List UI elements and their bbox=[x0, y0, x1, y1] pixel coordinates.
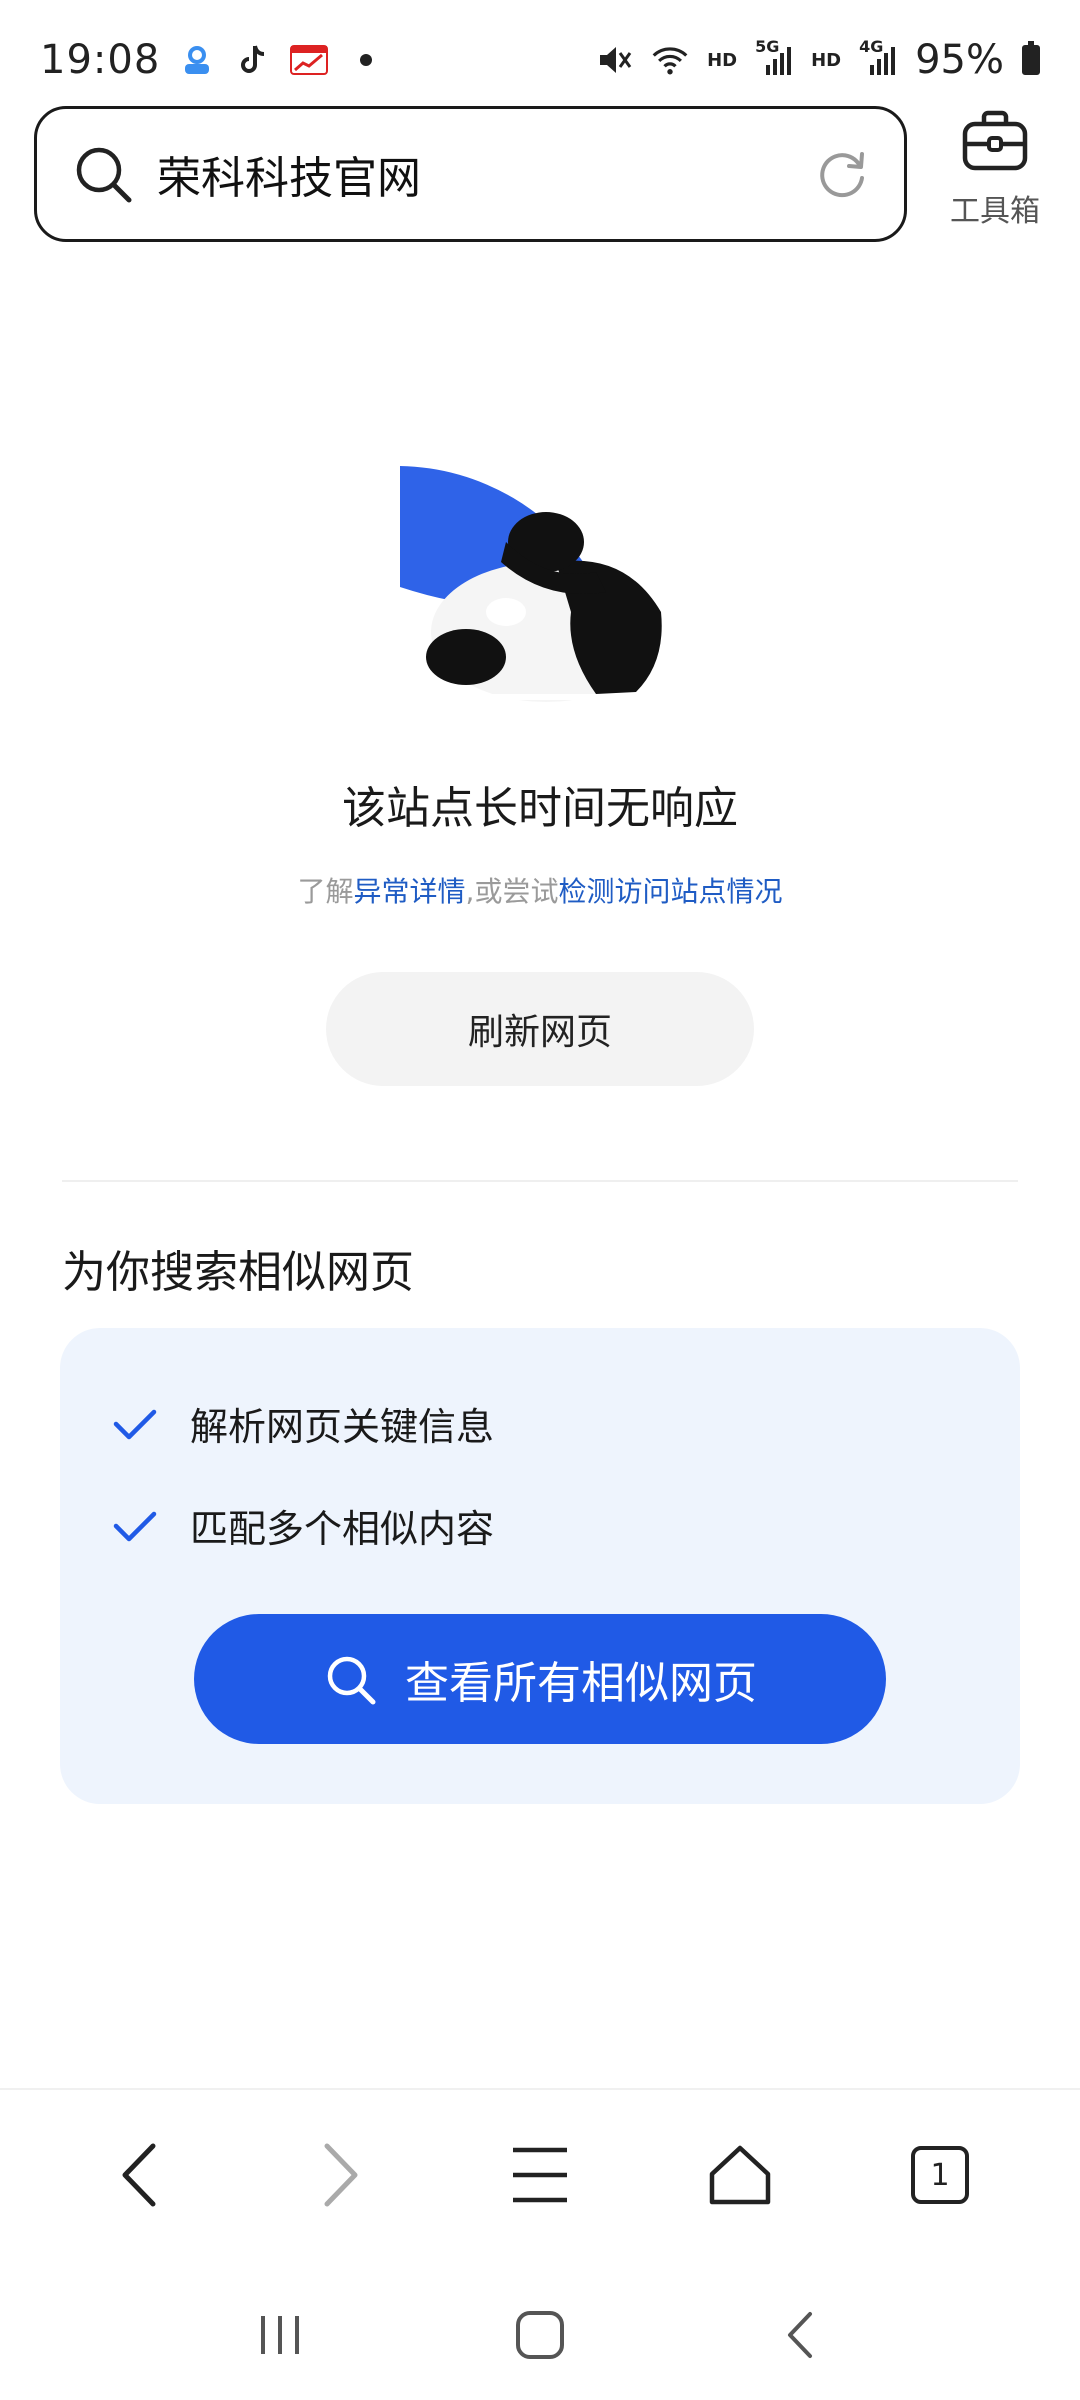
search-icon bbox=[71, 142, 135, 206]
back-button[interactable] bbox=[95, 2130, 185, 2220]
status-right: HD 5G HD 4G 95% bbox=[595, 37, 1040, 83]
sub-middle: ,或尝试 bbox=[465, 875, 559, 908]
wifi-icon bbox=[651, 41, 689, 79]
system-home-button[interactable] bbox=[500, 2295, 580, 2375]
view-similar-pages-button[interactable]: 查看所有相似网页 bbox=[194, 1614, 886, 1744]
panda-illustration bbox=[396, 462, 666, 702]
system-back-button[interactable] bbox=[760, 2295, 840, 2375]
similar-section-title: 为你搜索相似网页 bbox=[62, 1247, 414, 1298]
forward-button[interactable] bbox=[295, 2130, 385, 2220]
toolbox-button[interactable]: 工具箱 bbox=[930, 108, 1060, 248]
search-icon bbox=[323, 1652, 377, 1706]
hd-label-2: HD bbox=[811, 49, 842, 71]
menu-button[interactable] bbox=[495, 2130, 585, 2220]
signal-5g-icon: 5G bbox=[755, 37, 793, 79]
recents-button[interactable] bbox=[240, 2295, 320, 2375]
view-similar-label: 查看所有相似网页 bbox=[405, 1658, 757, 1709]
similar-pages-card: 解析网页关键信息 匹配多个相似内容 查看所有相似网页 bbox=[60, 1328, 1020, 1804]
notification-dot bbox=[360, 54, 373, 66]
check-site-link[interactable]: 检测访问站点情况 bbox=[558, 875, 782, 908]
stock-app-icon bbox=[290, 41, 329, 79]
check-icon bbox=[112, 1506, 158, 1546]
refresh-icon[interactable] bbox=[814, 146, 870, 202]
back-icon bbox=[122, 2143, 156, 2207]
net-label-4g: 4G bbox=[859, 37, 884, 56]
signal-4g-icon: 4G bbox=[859, 37, 897, 79]
check-item-1-label: 解析网页关键信息 bbox=[190, 1405, 495, 1449]
home-icon bbox=[709, 2145, 771, 2205]
refresh-page-button[interactable]: 刷新网页 bbox=[326, 972, 754, 1086]
tabs-button[interactable]: 1 bbox=[895, 2130, 985, 2220]
check-icon bbox=[112, 1404, 158, 1444]
address-text[interactable]: 荣科科技官网 bbox=[157, 142, 814, 206]
check-item-1: 解析网页关键信息 bbox=[112, 1396, 494, 1451]
error-title: 该站点长时间无响应 bbox=[342, 783, 738, 834]
mute-icon bbox=[595, 41, 633, 79]
error-subtitle: 了解异常详情,或尝试检测访问站点情况 bbox=[0, 870, 1080, 910]
browser-screen: 19:08 HD 5G HD 4G 95% 荣科科技官网 工具箱 该站点长时间无… bbox=[0, 0, 1080, 2400]
hd-label-1: HD bbox=[707, 49, 738, 71]
status-bar: 19:08 HD 5G HD 4G 95% bbox=[0, 0, 1080, 120]
toolbox-label: 工具箱 bbox=[950, 194, 1040, 229]
security-app-icon bbox=[178, 41, 216, 79]
forward-icon bbox=[324, 2143, 358, 2207]
check-item-2-label: 匹配多个相似内容 bbox=[190, 1507, 495, 1551]
home-button[interactable] bbox=[695, 2130, 785, 2220]
net-label-5g: 5G bbox=[755, 37, 780, 56]
system-back-icon bbox=[788, 2312, 812, 2358]
system-home-icon bbox=[516, 2311, 564, 2359]
browser-bottom-nav: 1 bbox=[0, 2088, 1080, 2260]
tiktok-icon bbox=[234, 41, 272, 79]
system-nav-bar bbox=[0, 2270, 1080, 2400]
address-bar[interactable]: 荣科科技官网 bbox=[34, 106, 907, 242]
battery-percent: 95% bbox=[915, 37, 1004, 83]
check-item-2: 匹配多个相似内容 bbox=[112, 1498, 494, 1553]
error-details-link[interactable]: 异常详情 bbox=[354, 875, 466, 908]
recents-icon bbox=[261, 2316, 299, 2354]
toolbox-icon bbox=[960, 108, 1030, 178]
status-time: 19:08 bbox=[40, 37, 161, 83]
tabs-icon: 1 bbox=[911, 2146, 969, 2204]
status-left: 19:08 bbox=[40, 37, 373, 83]
menu-icon bbox=[513, 2147, 567, 2203]
battery-icon bbox=[1022, 41, 1040, 75]
divider bbox=[62, 1180, 1018, 1182]
sub-prefix: 了解 bbox=[297, 875, 354, 908]
